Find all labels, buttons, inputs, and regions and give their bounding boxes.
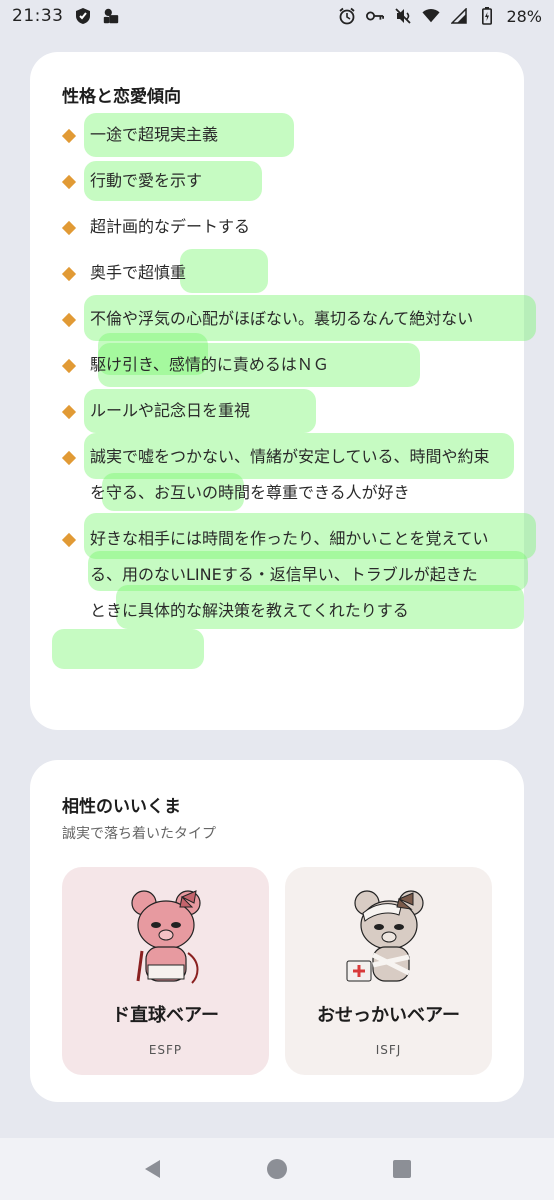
signal-icon	[450, 7, 468, 25]
diamond-bullet-icon	[61, 174, 77, 190]
bear-type-card[interactable]: おせっかいベアー ISFJ	[285, 867, 492, 1075]
trait-text: 好きな相手には時間を作ったり、細かいことを覚えている、用のないLINEする・返信…	[90, 529, 489, 620]
diamond-bullet-icon	[61, 404, 77, 420]
compatibility-subtitle: 誠実で落ち着いたタイプ	[62, 826, 216, 842]
alarm-icon	[338, 7, 356, 25]
bear-type-card[interactable]: ド直球ベアー ESFP	[62, 867, 269, 1075]
personality-title: 性格と恋愛傾向	[62, 87, 181, 107]
bear-type-code: ISFJ	[375, 1043, 402, 1057]
highlighter-mark	[180, 249, 268, 293]
battery-icon	[478, 7, 496, 25]
list-item: 好きな相手には時間を作ったり、細かいことを覚えている、用のないLINEする・返信…	[52, 513, 536, 669]
personality-card: 性格と恋愛傾向 一途で超現実主義 行動で愛を示す 超計画的なデートする 奥手で超…	[30, 52, 536, 730]
trait-list: 一途で超現実主義 行動で愛を示す 超計画的なデートする 奥手で超慎重 不倫や浮気…	[52, 113, 536, 669]
compatibility-card: 相性のいいくま 誠実で落ち着いたタイプ ド直球ベアー ESFP おせっかいベアー…	[30, 760, 524, 1102]
shield-icon	[74, 7, 92, 25]
diamond-bullet-icon	[61, 450, 77, 466]
status-bar-left: 21:33	[12, 6, 120, 26]
list-item: 奥手で超慎重	[61, 249, 492, 293]
diamond-bullet-icon	[61, 266, 77, 282]
diamond-bullet-icon	[61, 312, 77, 328]
status-bar-right: 28%	[338, 7, 542, 26]
game-icon	[102, 7, 120, 25]
diamond-bullet-icon	[61, 128, 77, 144]
status-bar: 21:33 28%	[0, 0, 554, 32]
trait-text: 誠実で嘘をつかない、情緒が安定している、時間や約束を守る、お互いの時間を尊重でき…	[90, 447, 490, 502]
trait-text: ルールや記念日を重視	[90, 401, 251, 420]
navigation-bar	[0, 1138, 554, 1200]
trait-text: 行動で愛を示す	[90, 171, 203, 190]
bear-type-name: おせっかいベアー	[317, 1005, 460, 1026]
bear-type-code: ESFP	[148, 1043, 183, 1057]
list-item: 不倫や浮気の心配がほぼない。裏切るなんて絶対ない	[61, 295, 536, 375]
bear-types: ド直球ベアー ESFP おせっかいベアー ISFJ	[62, 867, 492, 1075]
vpn-key-icon	[366, 7, 385, 25]
wifi-icon	[422, 7, 440, 25]
home-icon[interactable]	[265, 1157, 289, 1181]
highlighter-mark	[52, 629, 204, 669]
list-item: 一途で超現実主義	[61, 113, 492, 157]
bear-type-name: ド直球ベアー	[112, 1005, 219, 1026]
battery-percent: 28%	[506, 6, 542, 26]
list-item: 誠実で嘘をつかない、情緒が安定している、時間や約束を守る、お互いの時間を尊重でき…	[61, 433, 514, 511]
compatibility-title: 相性のいいくま	[62, 797, 181, 817]
trait-text: 奥手で超慎重	[90, 263, 187, 282]
list-item: ルールや記念日を重視	[61, 389, 492, 433]
trait-text: 超計画的なデートする	[90, 217, 251, 236]
recents-icon[interactable]	[390, 1157, 414, 1181]
trait-text: 不倫や浮気の心配がほぼない。裏切るなんて絶対ない	[90, 309, 474, 328]
list-item: 駆け引き、感情的に責めるはＮＧ	[61, 343, 492, 387]
trait-text: 駆け引き、感情的に責めるはＮＧ	[90, 355, 329, 374]
status-time: 21:33	[12, 6, 64, 26]
mute-icon	[394, 7, 412, 25]
diamond-bullet-icon	[61, 220, 77, 236]
back-icon[interactable]	[140, 1157, 164, 1181]
list-item: 行動で愛を示す	[61, 161, 492, 201]
pink-bear-illustration	[118, 885, 214, 993]
diamond-bullet-icon	[61, 532, 77, 548]
trait-text: 一途で超現実主義	[90, 125, 219, 144]
diamond-bullet-icon	[61, 358, 77, 374]
bandaged-bear-illustration	[341, 885, 437, 993]
list-item: 超計画的なデートする	[61, 209, 492, 245]
